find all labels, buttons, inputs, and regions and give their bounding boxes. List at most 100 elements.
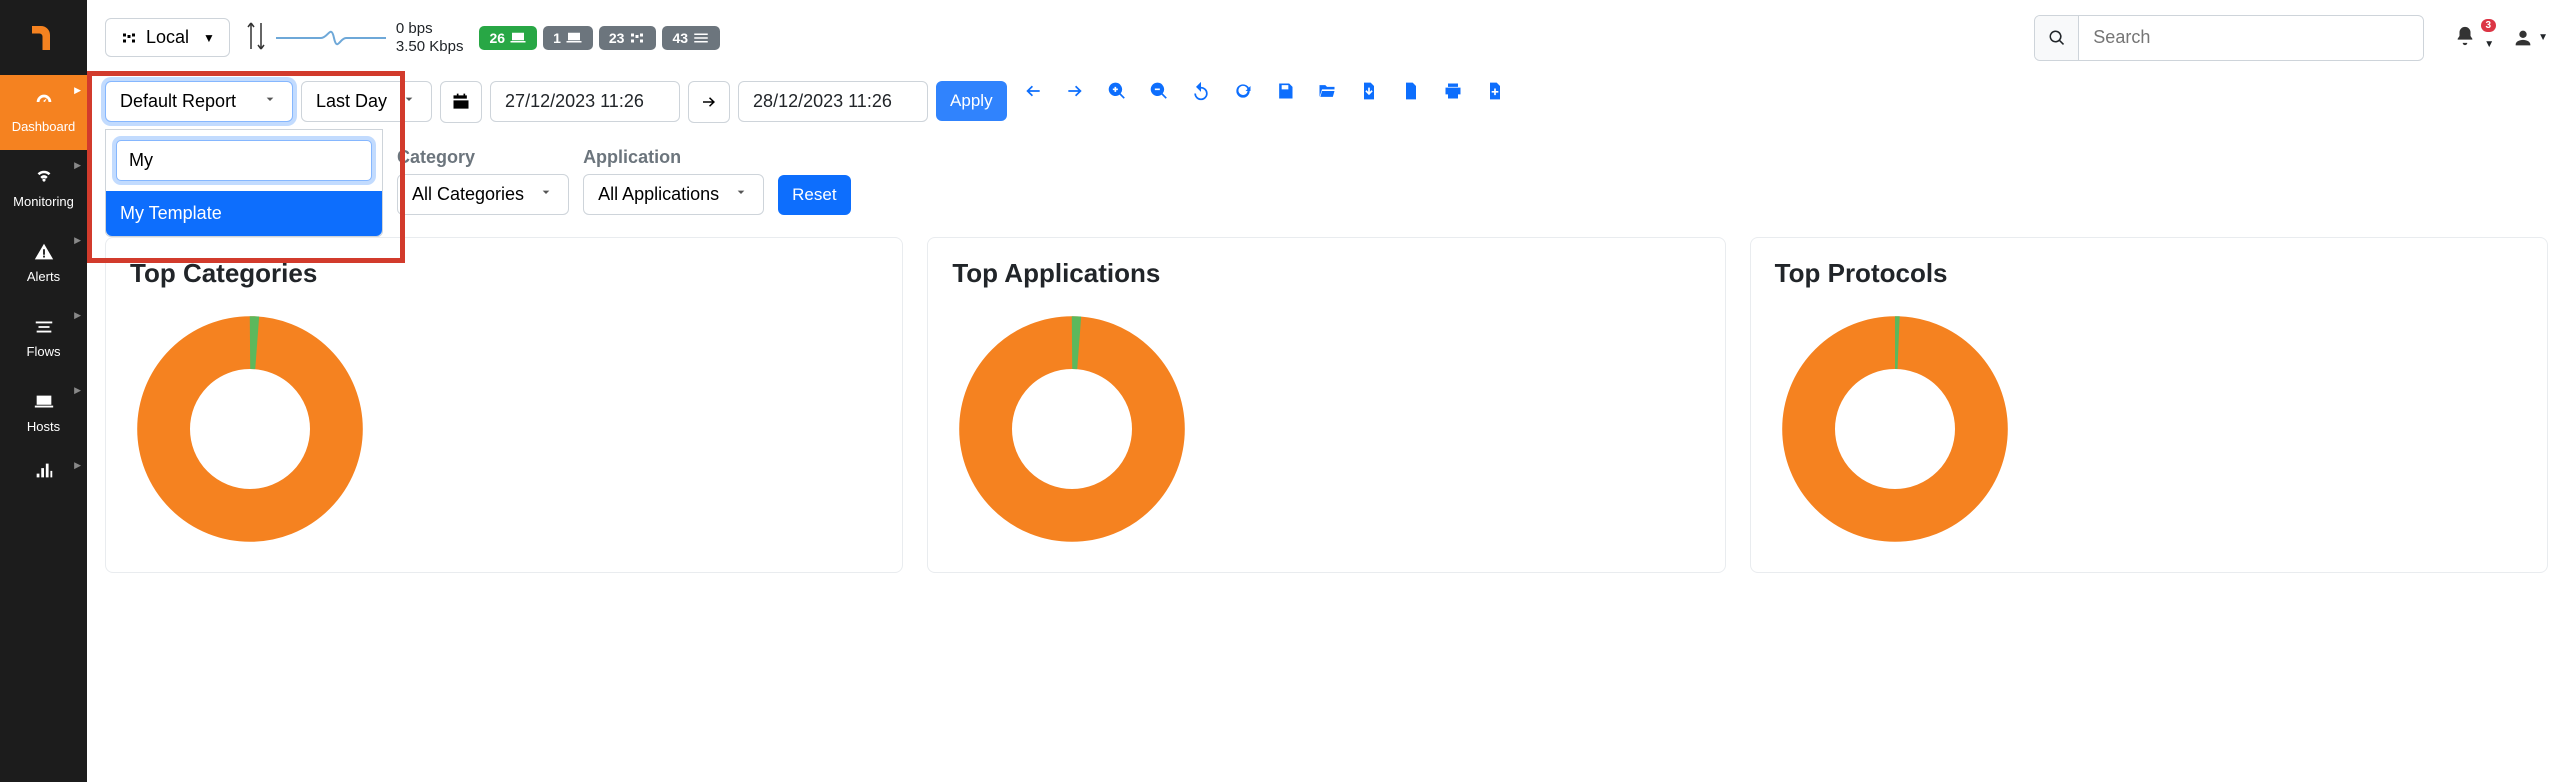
sparkline-chart xyxy=(276,19,386,57)
apply-button[interactable]: Apply xyxy=(936,81,1007,121)
laptop-icon xyxy=(33,391,55,413)
bps-up: 0 bps xyxy=(396,20,464,38)
date-from-input[interactable]: 27/12/2023 11:26 xyxy=(490,81,680,122)
nav-next-button[interactable] xyxy=(1065,81,1085,101)
application-select[interactable]: All Applications xyxy=(583,174,764,215)
flows-icon xyxy=(33,316,55,338)
filters-row: Default Report My Template Last Day 27/1… xyxy=(105,75,2548,137)
zoom-out-icon xyxy=(1149,81,1169,101)
refresh-button[interactable] xyxy=(1233,81,1253,101)
file-export-icon xyxy=(1401,81,1421,101)
status-badges: 26 1 23 43 xyxy=(479,26,720,50)
bell-icon xyxy=(2454,25,2476,47)
interface-select[interactable]: Local ▼ xyxy=(105,18,230,57)
chevron-down-icon xyxy=(262,91,278,112)
report-dropdown-search[interactable] xyxy=(116,140,372,181)
badge-hosts[interactable]: 1 xyxy=(543,26,593,50)
chevron-right-icon: ▶ xyxy=(74,385,81,396)
chevron-down-icon xyxy=(401,91,417,112)
nav-prev-button[interactable] xyxy=(1023,81,1043,101)
sidebar-item-label: Dashboard xyxy=(12,119,76,134)
searchbox xyxy=(2034,15,2424,61)
search-button[interactable] xyxy=(2035,16,2079,60)
caret-down-icon: ▼ xyxy=(203,31,215,45)
time-range-select[interactable]: Last Day xyxy=(301,81,432,122)
sidebar-item-hosts[interactable]: ▶ Hosts xyxy=(0,375,87,450)
refresh-icon xyxy=(1233,81,1253,101)
badge-devices[interactable]: 26 xyxy=(479,26,537,50)
donut-chart xyxy=(1775,309,2015,549)
card-title: Top Protocols xyxy=(1775,258,2523,289)
card-title: Top Categories xyxy=(130,258,878,289)
file-plus-icon xyxy=(1485,81,1505,101)
user-icon xyxy=(2512,27,2534,49)
print-button[interactable] xyxy=(1443,81,1463,101)
card-top-applications: Top Applications xyxy=(927,237,1725,573)
reset-button[interactable]: Reset xyxy=(778,175,850,215)
logo[interactable] xyxy=(0,0,87,75)
sidebar-item-dashboard[interactable]: ▶ Dashboard xyxy=(0,75,87,150)
traffic-sparkline: 0 bps 3.50 Kbps xyxy=(246,19,464,57)
folder-open-icon xyxy=(1317,81,1337,101)
date-to-input[interactable]: 28/12/2023 11:26 xyxy=(738,81,928,122)
warning-icon xyxy=(33,241,55,263)
sidebar-item-flows[interactable]: ▶ Flows xyxy=(0,300,87,375)
sidebar-item-label: Monitoring xyxy=(13,194,74,209)
topbar: Local ▼ 0 bps 3.50 Kbps 26 1 23 43 xyxy=(105,0,2548,75)
category-value: All Categories xyxy=(412,184,524,205)
download-button[interactable] xyxy=(1359,81,1379,101)
zoom-in-button[interactable] xyxy=(1107,81,1127,101)
zoom-out-button[interactable] xyxy=(1149,81,1169,101)
save-button[interactable] xyxy=(1275,81,1295,101)
search-input[interactable] xyxy=(2079,17,2423,58)
arrow-left-icon xyxy=(1023,81,1043,101)
report-dropdown-panel: My Template xyxy=(105,129,383,237)
gauge-icon xyxy=(33,91,55,113)
caret-down-icon: ▼ xyxy=(2484,39,2494,50)
bars-icon xyxy=(33,459,55,481)
undo-button[interactable] xyxy=(1191,81,1211,101)
notifications-button[interactable]: 3 ▼ xyxy=(2454,25,2494,50)
chevron-down-icon xyxy=(733,184,749,205)
badge-servers[interactable]: 23 xyxy=(599,26,657,50)
calendar-button[interactable] xyxy=(440,81,482,123)
date-range-arrow xyxy=(688,81,730,123)
laptop-icon xyxy=(509,29,527,47)
chevron-right-icon: ▶ xyxy=(74,160,81,171)
sidebar-item-more[interactable]: ▶ xyxy=(0,450,87,490)
report-dropdown-item[interactable]: My Template xyxy=(106,191,382,236)
user-menu[interactable]: ▼ xyxy=(2512,27,2548,49)
open-folder-button[interactable] xyxy=(1317,81,1337,101)
card-top-protocols: Top Protocols xyxy=(1750,237,2548,573)
card-title: Top Applications xyxy=(952,258,1700,289)
save-icon xyxy=(1275,81,1295,101)
time-range-label: Last Day xyxy=(316,91,387,112)
caret-down-icon: ▼ xyxy=(2538,32,2548,43)
calendar-icon xyxy=(451,92,471,112)
chevron-right-icon: ▶ xyxy=(74,235,81,246)
category-label: Category xyxy=(397,147,569,168)
badge-flows[interactable]: 43 xyxy=(662,26,720,50)
network-icon xyxy=(120,29,138,47)
undo-icon xyxy=(1191,81,1211,101)
add-button[interactable] xyxy=(1485,81,1505,101)
chevron-right-icon: ▶ xyxy=(74,310,81,321)
updown-icon xyxy=(246,21,266,55)
export-button[interactable] xyxy=(1401,81,1421,101)
laptop-icon xyxy=(565,29,583,47)
sidebar-item-alerts[interactable]: ▶ Alerts xyxy=(0,225,87,300)
sidebar-item-monitoring[interactable]: ▶ Monitoring xyxy=(0,150,87,225)
cards-row: Top Categories Top Applications Top Prot… xyxy=(105,237,2548,573)
sidebar-item-label: Hosts xyxy=(27,419,60,434)
sidebar-item-label: Alerts xyxy=(27,269,60,284)
category-select[interactable]: All Categories xyxy=(397,174,569,215)
list-icon xyxy=(692,29,710,47)
report-select[interactable]: Default Report xyxy=(105,81,293,122)
bps-down: 3.50 Kbps xyxy=(396,38,464,56)
zoom-in-icon xyxy=(1107,81,1127,101)
interface-label: Local xyxy=(146,27,189,48)
sidebar: ▶ Dashboard ▶ Monitoring ▶ Alerts ▶ Flow… xyxy=(0,0,87,782)
arrow-right-icon xyxy=(700,93,718,111)
arrow-right-icon xyxy=(1065,81,1085,101)
notification-count: 3 xyxy=(2481,19,2497,32)
